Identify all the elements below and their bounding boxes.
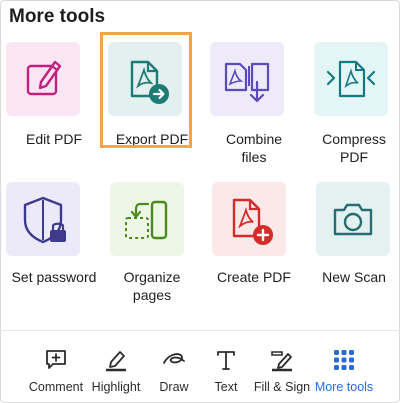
organize-pages-icon — [125, 200, 168, 240]
tool-label: Combine files — [225, 131, 283, 165]
combine-files-tile — [210, 42, 284, 116]
grid-icon — [331, 347, 357, 373]
tool-label: Set password — [11, 269, 97, 285]
tool-label: Compress PDF — [322, 131, 386, 165]
comment-icon — [43, 347, 69, 373]
tool-label: Organize pages — [123, 269, 181, 303]
tool-label: Create PDF — [217, 269, 291, 285]
toolbar-more-tools[interactable]: More tools — [314, 331, 374, 401]
combine-files-icon — [224, 62, 270, 103]
set-password-tile — [6, 182, 80, 256]
toolbar-label: Highlight — [91, 380, 141, 394]
toolbar-label: Fill & Sign — [253, 380, 311, 394]
toolbar-draw[interactable]: Draw — [152, 331, 196, 401]
selected-tool-highlight — [100, 32, 192, 148]
fill-sign-icon — [269, 347, 295, 373]
tools-grid: Edit PDF Export PDF Combine files Compre… — [0, 0, 400, 330]
set-password-icon — [23, 196, 66, 244]
text-icon — [213, 347, 239, 373]
toolbar-label: More tools — [314, 380, 374, 394]
toolbar-highlight[interactable]: Highlight — [88, 331, 144, 401]
toolbar-label: Draw — [159, 380, 189, 394]
new-scan-tile — [316, 182, 390, 256]
create-pdf-icon — [232, 198, 273, 245]
edit-pdf-tile — [6, 42, 80, 116]
tool-label: New Scan — [322, 269, 386, 285]
camera-icon — [333, 203, 373, 236]
bottom-toolbar: Comment Highlight Draw Text Fill & Sign … — [0, 331, 400, 403]
draw-icon — [161, 347, 187, 373]
toolbar-label: Text — [214, 380, 238, 394]
compress-pdf-icon — [326, 60, 376, 98]
highlight-icon — [103, 347, 129, 373]
toolbar-comment[interactable]: Comment — [28, 331, 84, 401]
compress-pdf-tile — [314, 42, 388, 116]
tool-label: Edit PDF — [25, 131, 82, 147]
toolbar-fill-sign[interactable]: Fill & Sign — [252, 331, 312, 401]
organize-pages-tile — [110, 182, 184, 256]
toolbar-label: Comment — [28, 380, 84, 394]
create-pdf-tile — [212, 182, 286, 256]
edit-pdf-icon — [26, 60, 62, 96]
toolbar-text[interactable]: Text — [204, 331, 248, 401]
